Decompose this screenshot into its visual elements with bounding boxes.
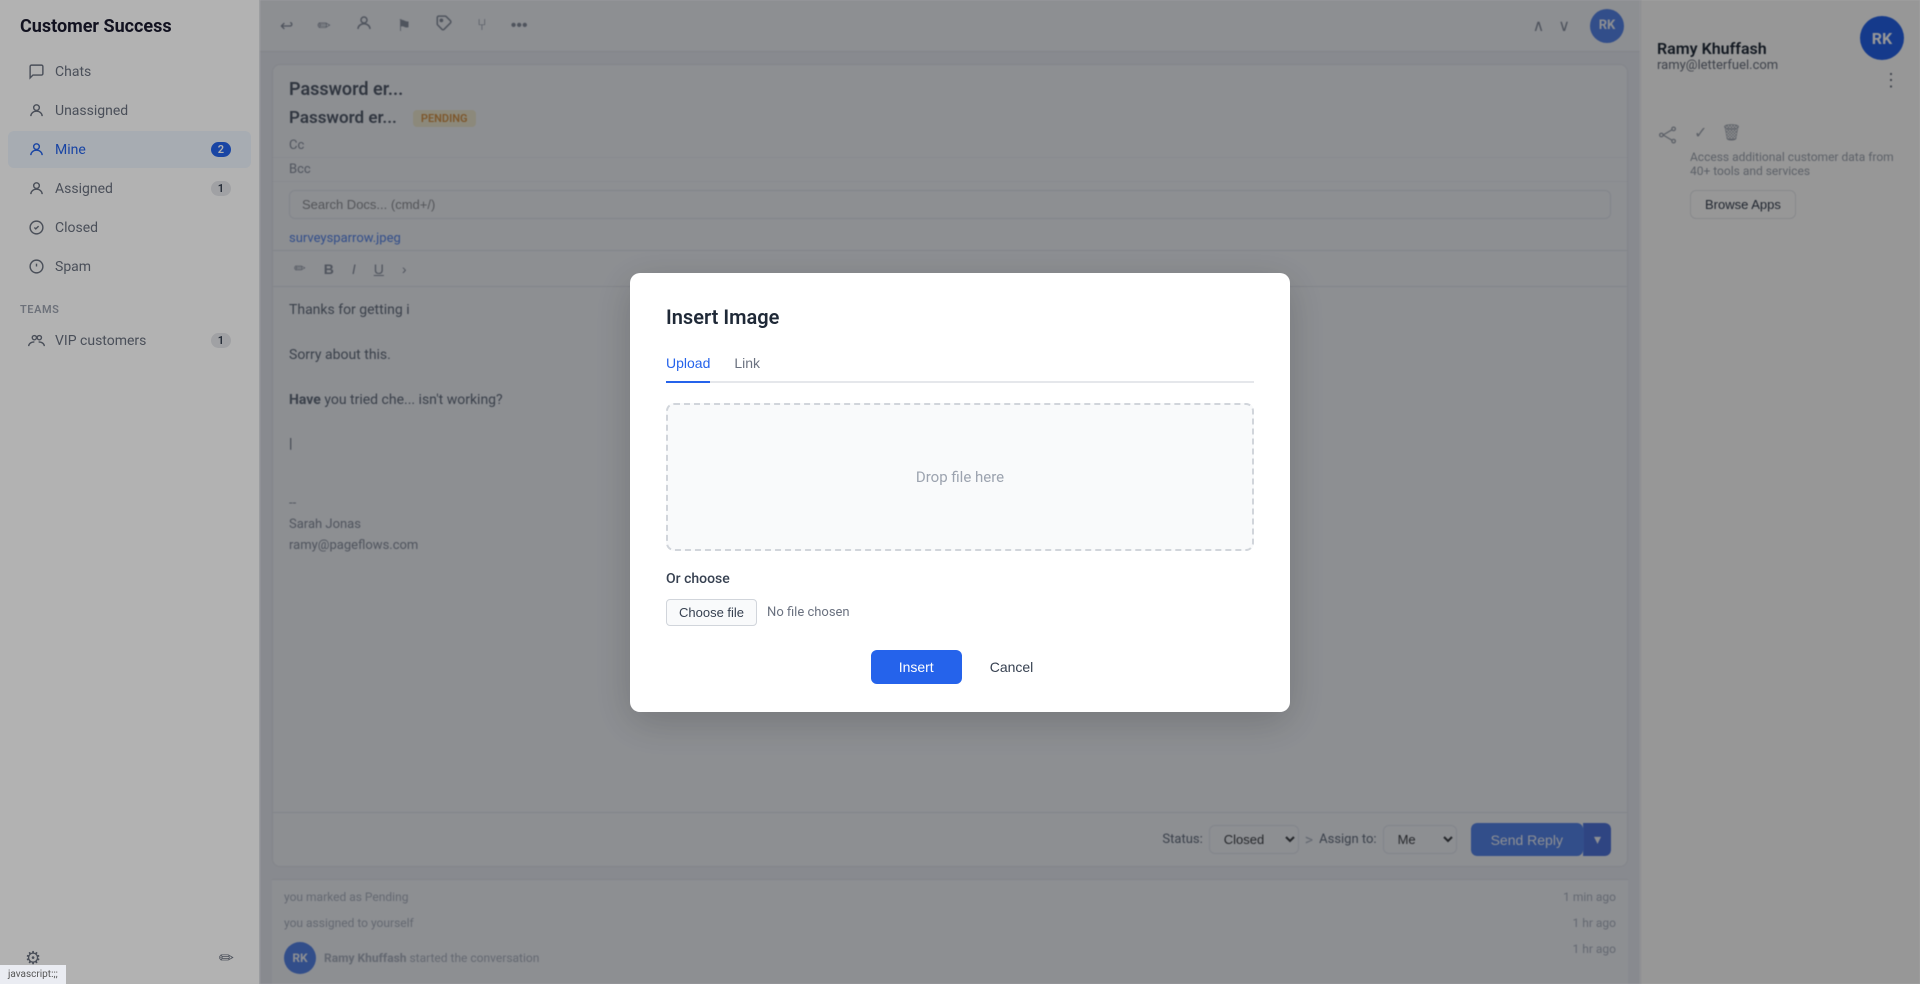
modal-backdrop: Insert Image Upload Link Drop file here …: [0, 0, 1920, 984]
drop-zone[interactable]: Drop file here: [666, 403, 1254, 551]
drop-zone-text: Drop file here: [916, 468, 1004, 486]
status-text: javascript:;;: [8, 969, 58, 980]
modal-title: Insert Image: [666, 305, 1254, 329]
tab-link[interactable]: Link: [734, 349, 760, 383]
modal-tabs: Upload Link: [666, 349, 1254, 383]
choose-file-button[interactable]: Choose file: [666, 599, 757, 626]
modal-actions: Insert Cancel: [666, 650, 1254, 684]
file-row: Choose file No file chosen: [666, 599, 1254, 626]
cancel-button[interactable]: Cancel: [974, 650, 1050, 684]
no-file-text: No file chosen: [767, 605, 850, 620]
or-choose-label: Or choose: [666, 571, 1254, 587]
tab-upload[interactable]: Upload: [666, 349, 710, 383]
insert-image-modal: Insert Image Upload Link Drop file here …: [630, 273, 1290, 712]
insert-button[interactable]: Insert: [871, 650, 962, 684]
status-bar: javascript:;;: [0, 965, 66, 984]
